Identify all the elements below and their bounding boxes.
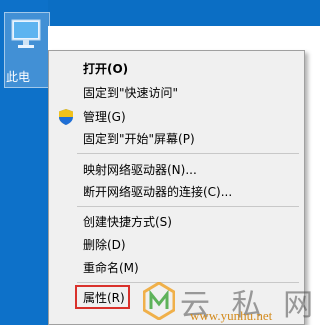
menu-item-label: 管理(G) [83,110,126,124]
menu-item-rename[interactable]: 重命名(M) [49,257,304,279]
watermark-logo-icon [143,282,175,320]
menu-item-label: 映射网络驱动器(N)... [83,163,197,177]
menu-item-label: 断开网络驱动器的连接(C)... [83,185,233,199]
watermark-url: www.yunhu.net [190,308,273,323]
menu-item-map-network-drive[interactable]: 映射网络驱动器(N)... [49,159,304,181]
menu-item-label: 固定到"开始"屏幕(P) [83,132,195,146]
menu-item-disconnect-network-drive[interactable]: 断开网络驱动器的连接(C)... [49,181,304,203]
menu-separator [77,206,299,207]
desktop-icon-label: 此电 [6,70,31,84]
properties-highlight-box [75,285,130,309]
menu-item-label: 创建快捷方式(S) [83,215,172,229]
menu-item-pin-quick-access[interactable]: 固定到"快速访问" [49,82,304,104]
menu-item-label: 固定到"快速访问" [83,86,179,100]
menu-separator [77,153,299,154]
menu-item-label: 重命名(M) [83,261,139,275]
menu-item-manage[interactable]: 管理(G) [49,106,304,128]
menu-item-open[interactable]: 打开(O) [49,58,304,80]
menu-item-delete[interactable]: 删除(D) [49,234,304,256]
shield-icon [59,109,73,125]
menu-item-pin-start[interactable]: 固定到"开始"屏幕(P) [49,128,304,150]
menu-item-label: 删除(D) [83,238,126,252]
menu-item-label: 打开(O) [83,62,129,76]
computer-icon [11,19,41,48]
menu-item-create-shortcut[interactable]: 创建快捷方式(S) [49,211,304,233]
